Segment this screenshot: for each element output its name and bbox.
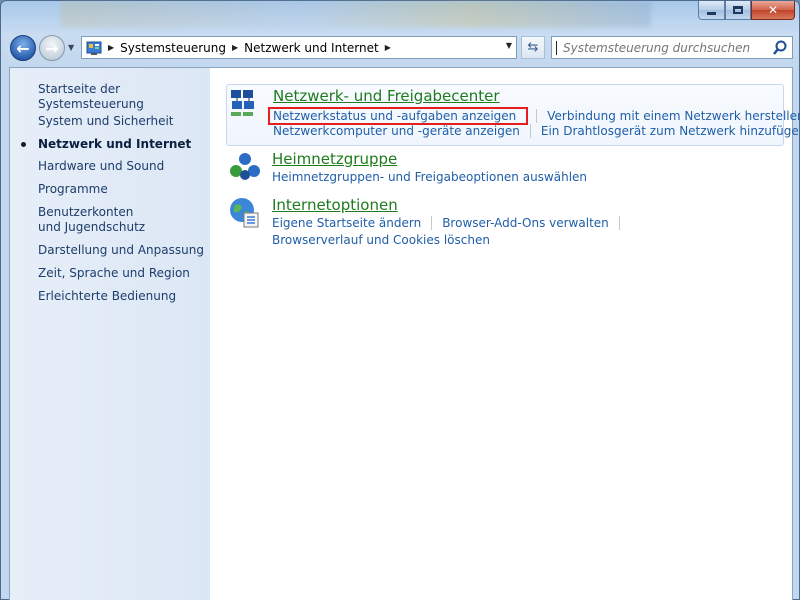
- close-icon: ✕: [767, 3, 779, 17]
- chevron-right-icon[interactable]: ▶: [385, 43, 391, 52]
- sidebar-item-darstellung-und-anpassung[interactable]: Darstellung und Anpassung: [38, 243, 208, 258]
- chevron-right-icon[interactable]: ▶: [108, 43, 114, 52]
- address-bar[interactable]: ▶ Systemsteuerung ▶ Netzwerk und Interne…: [81, 36, 517, 59]
- link-heimnetzgruppen-optionen[interactable]: Heimnetzgruppen- und Freigabeoptionen au…: [272, 170, 587, 184]
- back-button[interactable]: ←: [10, 35, 36, 61]
- sidebar-item-label: Netzwerk und Internet: [38, 137, 192, 151]
- category-title-netzwerk[interactable]: Netzwerk- und Freigabecenter: [273, 87, 500, 105]
- internet-options-icon: [230, 198, 259, 228]
- link-browserverlauf-loeschen[interactable]: Browserverlauf und Cookies löschen: [272, 233, 490, 247]
- link-verbindung-herstellen[interactable]: Verbindung mit einem Netzwerk herstellen: [547, 109, 800, 123]
- category-internetoptionen: Internetoptionen Eigene Startseite änder…: [226, 194, 784, 254]
- category-title-internetoptionen[interactable]: Internetoptionen: [272, 196, 398, 214]
- homegroup-icon: [230, 153, 260, 180]
- link-browser-addons[interactable]: Browser-Add-Ons verwalten: [442, 216, 609, 230]
- search-input[interactable]: [556, 40, 771, 55]
- link-row: Eigene Startseite ändern Browser-Add-Ons…: [272, 216, 630, 230]
- chevron-down-icon: ▼: [68, 43, 75, 52]
- sidebar-category-list: System und Sicherheit Netzwerk und Inter…: [21, 114, 208, 312]
- link-netzwerkstatus[interactable]: Netzwerkstatus und -aufgaben anzeigen: [273, 109, 516, 123]
- sidebar-item-system-und-sicherheit[interactable]: System und Sicherheit: [38, 114, 208, 129]
- link-separator: [536, 109, 538, 123]
- sidebar-item-zeit-sprache-region[interactable]: Zeit, Sprache und Region: [38, 266, 208, 281]
- forward-button[interactable]: →: [39, 35, 65, 61]
- recent-pages-dropdown[interactable]: ▼: [68, 43, 78, 53]
- sidebar-item-netzwerk-und-internet: Netzwerk und Internet: [21, 137, 208, 151]
- sidebar-item-hardware-und-sound[interactable]: Hardware und Sound: [38, 159, 208, 174]
- link-separator: [529, 124, 531, 138]
- link-startseite-aendern[interactable]: Eigene Startseite ändern: [272, 216, 421, 230]
- sidebar-item-programme[interactable]: Programme: [38, 182, 208, 197]
- blurred-background: [61, 1, 651, 27]
- maximize-button[interactable]: [725, 1, 751, 20]
- close-button[interactable]: ✕: [751, 1, 795, 20]
- control-panel-icon: [86, 41, 102, 55]
- link-drahtlosgeraet[interactable]: Ein Drahtlosgerät zum Netzwerk hinzufüge…: [541, 124, 800, 138]
- window-controls: ✕: [698, 1, 795, 20]
- sidebar-item-erleichterte-bedienung[interactable]: Erleichterte Bedienung: [38, 289, 208, 304]
- link-separator: [431, 216, 433, 230]
- category-heimnetzgruppe: Heimnetzgruppe Heimnetzgruppen- und Frei…: [226, 148, 784, 190]
- title-bar[interactable]: ✕: [1, 1, 800, 29]
- sidebar-item-benutzerkonten[interactable]: Benutzerkonten und Jugendschutz: [38, 205, 158, 235]
- category-title-heimnetzgruppe[interactable]: Heimnetzgruppe: [272, 150, 397, 168]
- arrow-right-icon: →: [45, 38, 59, 58]
- link-row: Heimnetzgruppen- und Freigabeoptionen au…: [272, 170, 587, 184]
- network-center-icon: [231, 90, 254, 116]
- link-row: Netzwerkstatus und -aufgaben anzeigen Ve…: [268, 107, 800, 125]
- chevron-right-icon[interactable]: ▶: [232, 43, 238, 52]
- category-netzwerk-freigabecenter: Netzwerk- und Freigabecenter Netzwerksta…: [226, 84, 800, 146]
- address-dropdown-button[interactable]: ▼: [506, 41, 512, 50]
- link-row: Browserverlauf und Cookies löschen: [272, 233, 490, 247]
- arrow-left-icon: ←: [16, 38, 30, 58]
- link-netzwerkcomputer[interactable]: Netzwerkcomputer und -geräte anzeigen: [273, 124, 520, 138]
- sidebar-home-link[interactable]: Startseite der Systemsteuerung: [38, 82, 210, 112]
- search-box: [551, 36, 793, 59]
- refresh-icon: ⇆: [527, 40, 539, 55]
- breadcrumb-systemsteuerung[interactable]: Systemsteuerung: [120, 41, 226, 55]
- main-panel: Netzwerk- und Freigabecenter Netzwerksta…: [210, 68, 800, 600]
- link-separator: [618, 216, 620, 230]
- sidebar: Startseite der Systemsteuerung System un…: [10, 68, 210, 600]
- current-item-bullet: [21, 142, 26, 147]
- control-panel-window: ✕ ← → ▼ ▶ Systemsteuerung ▶ Netzwerk und…: [0, 0, 800, 600]
- minimize-button[interactable]: [698, 1, 725, 20]
- maximize-icon: [733, 6, 743, 14]
- minimize-icon: [707, 11, 716, 15]
- highlight-box: Netzwerkstatus und -aufgaben anzeigen: [268, 107, 529, 125]
- navigation-bar: ← → ▼ ▶ Systemsteuerung ▶ Netzwerk und I…: [1, 31, 800, 63]
- link-row: Netzwerkcomputer und -geräte anzeigen Ei…: [273, 124, 800, 138]
- breadcrumb-netzwerk-und-internet[interactable]: Netzwerk und Internet: [244, 41, 379, 55]
- refresh-button[interactable]: ⇆: [521, 36, 545, 59]
- search-icon[interactable]: [771, 39, 789, 57]
- content-area: Startseite der Systemsteuerung System un…: [9, 67, 800, 600]
